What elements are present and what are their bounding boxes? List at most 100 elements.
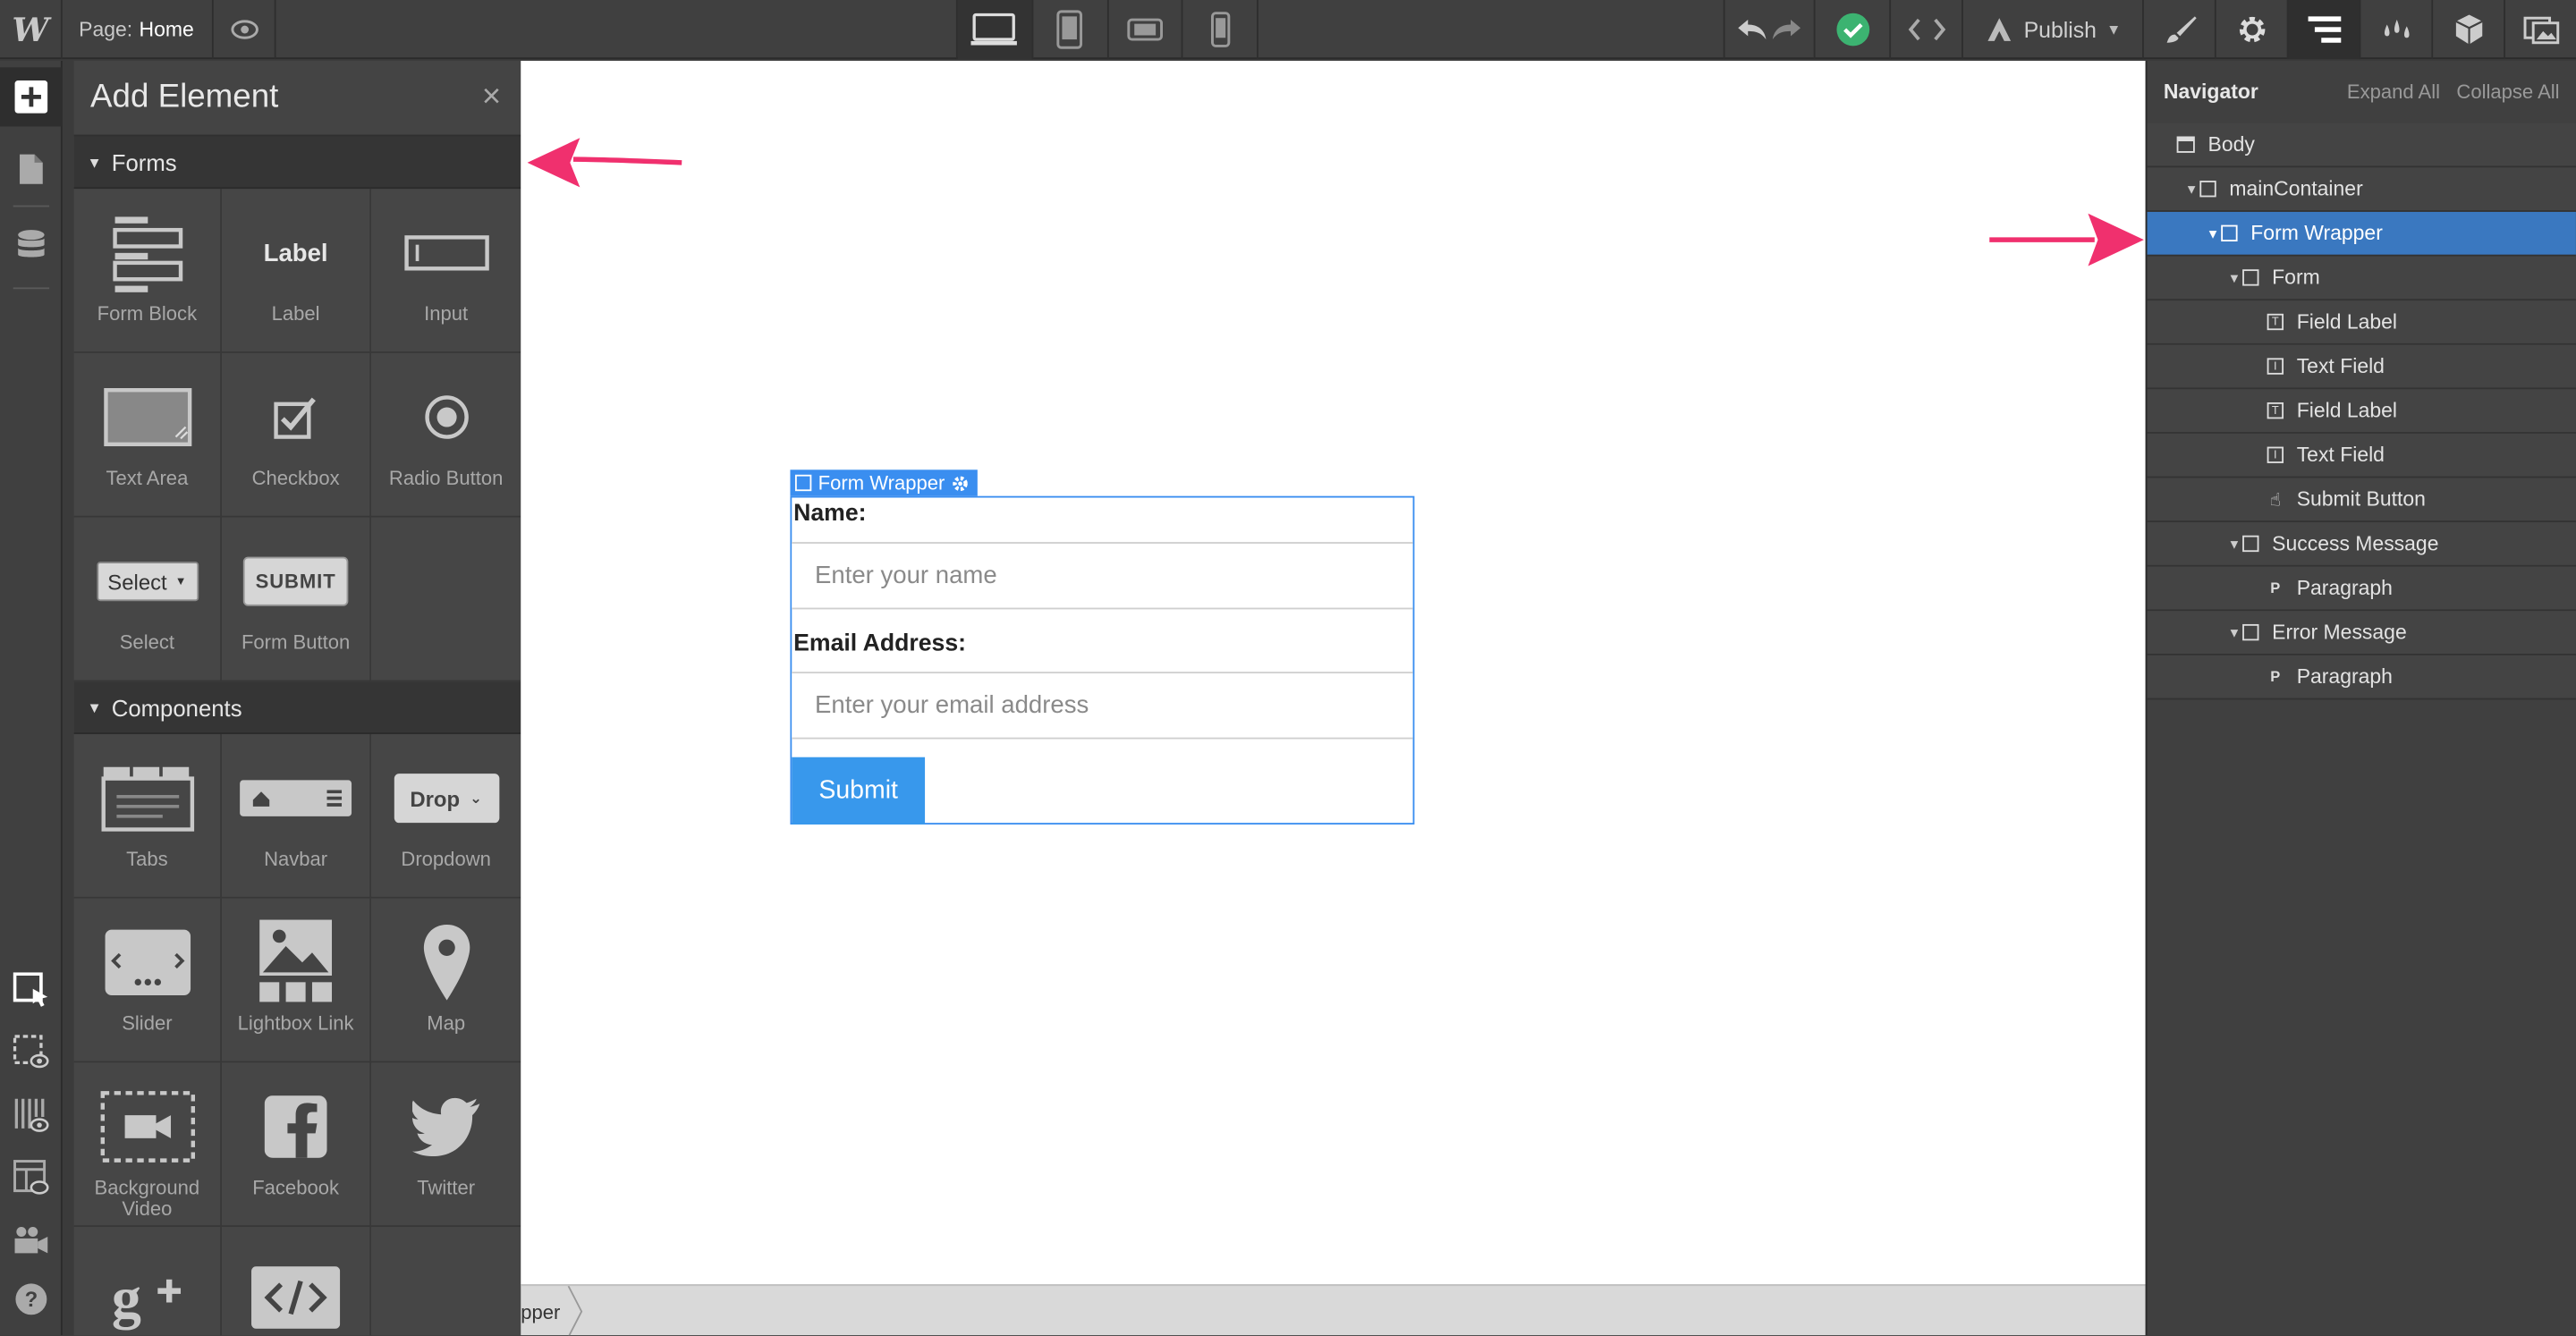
design-canvas[interactable]: Form Wrapper Name: Enter your name Email… bbox=[521, 60, 2146, 1285]
tile-radio-button[interactable]: Radio Button bbox=[371, 352, 521, 518]
close-icon[interactable]: × bbox=[482, 79, 501, 116]
tile-label: Checkbox bbox=[251, 466, 340, 490]
element-box-icon bbox=[2199, 181, 2216, 198]
tile-map[interactable]: Map bbox=[371, 898, 521, 1063]
embed-code-icon bbox=[251, 1256, 341, 1335]
text-area-icon bbox=[103, 376, 191, 459]
nav-row-paragraph[interactable]: P Paragraph bbox=[2147, 655, 2576, 700]
add-element-icon[interactable] bbox=[0, 67, 63, 127]
tile-dropdown[interactable]: Drop ⌄ Dropdown bbox=[371, 734, 521, 899]
nav-row-label: Error Message bbox=[2272, 621, 2407, 644]
style-brush-icon[interactable] bbox=[2144, 0, 2216, 60]
assets-images-icon[interactable] bbox=[2505, 0, 2576, 59]
redo-icon[interactable] bbox=[1769, 18, 1802, 41]
preview-eye-icon[interactable] bbox=[214, 0, 276, 60]
nav-row-error-message[interactable]: ▼ Error Message bbox=[2147, 611, 2576, 655]
code-export-icon[interactable] bbox=[1891, 0, 1963, 60]
breadcrumb-item[interactable]: pper bbox=[521, 1286, 573, 1335]
nav-row-submit-button[interactable]: ☝ Submit Button bbox=[2147, 478, 2576, 523]
section-title: Forms bbox=[111, 148, 177, 175]
section-components[interactable]: ▼ Components bbox=[73, 681, 521, 735]
tile-empty bbox=[371, 1227, 521, 1336]
email-input[interactable]: Enter your email address bbox=[792, 672, 1413, 740]
swatches-drops-icon[interactable] bbox=[2360, 0, 2434, 60]
element-box-icon bbox=[794, 474, 812, 492]
caret-down-icon[interactable]: ▼ bbox=[2226, 537, 2242, 552]
caret-down-icon[interactable]: ▼ bbox=[2205, 226, 2221, 241]
tile-checkbox[interactable]: Checkbox bbox=[221, 352, 372, 518]
nav-row-form-wrapper[interactable]: ▼ Form Wrapper bbox=[2147, 211, 2576, 257]
settings-gear-icon[interactable] bbox=[2216, 0, 2289, 60]
tile-background-video[interactable]: Background Video bbox=[73, 1062, 222, 1228]
breadcrumb-bar: pper bbox=[521, 1284, 2146, 1336]
tile-input[interactable]: Input bbox=[371, 189, 521, 353]
webflow-logo[interactable]: W bbox=[0, 0, 63, 60]
breadcrumb-separator-icon bbox=[567, 1286, 583, 1336]
tile-twitter[interactable]: Twitter bbox=[371, 1062, 521, 1228]
tile-label[interactable]: Label Label bbox=[221, 189, 372, 353]
expand-all-button[interactable]: Expand All bbox=[2347, 80, 2440, 104]
element-box-icon bbox=[2242, 269, 2259, 286]
annotation-arrow-left bbox=[527, 138, 682, 188]
selection-tag[interactable]: Form Wrapper bbox=[790, 469, 979, 496]
publish-button[interactable]: Publish ▼ bbox=[1963, 0, 2144, 60]
input-field-icon bbox=[403, 212, 489, 294]
symbols-box-icon[interactable] bbox=[2433, 0, 2505, 60]
nav-row-text-field[interactable]: I Text Field bbox=[2147, 344, 2576, 390]
nav-row-maincontainer[interactable]: ▼ mainContainer bbox=[2147, 167, 2576, 212]
tile-embed[interactable] bbox=[221, 1227, 372, 1336]
status-check-icon[interactable] bbox=[1816, 0, 1892, 60]
layout-preview-icon[interactable] bbox=[0, 1148, 63, 1207]
nav-row-field-label[interactable]: T Field Label bbox=[2147, 389, 2576, 434]
mobile-landscape-icon[interactable] bbox=[1108, 0, 1183, 60]
navigator-icon[interactable] bbox=[2288, 0, 2361, 60]
tile-lightbox-link[interactable]: Lightbox Link bbox=[221, 898, 372, 1063]
tile-form-block[interactable]: Form Block bbox=[73, 189, 222, 353]
nav-row-body[interactable]: Body bbox=[2147, 123, 2576, 168]
grid-overlay-icon[interactable] bbox=[0, 1086, 63, 1145]
gear-icon[interactable] bbox=[952, 474, 970, 492]
text-type-icon: T bbox=[2267, 402, 2284, 419]
help-question-icon[interactable]: ? bbox=[0, 1270, 63, 1329]
tablet-icon[interactable] bbox=[1033, 0, 1108, 60]
page-selector[interactable]: Page: Home bbox=[63, 0, 214, 60]
pages-icon[interactable] bbox=[0, 140, 63, 199]
form-wrapper[interactable]: Name: Enter your name Email Address: Ent… bbox=[790, 495, 1415, 825]
panel-header: Add Element × bbox=[73, 61, 521, 137]
nav-row-form[interactable]: ▼ Form bbox=[2147, 256, 2576, 301]
tile-select[interactable]: Select ▼ Select bbox=[73, 517, 222, 682]
mobile-portrait-icon[interactable] bbox=[1183, 0, 1257, 59]
desktop-icon[interactable] bbox=[957, 0, 1033, 60]
twitter-bird-icon bbox=[411, 1086, 480, 1168]
input-type-icon: I bbox=[2267, 358, 2284, 375]
tile-label: Dropdown bbox=[401, 847, 491, 871]
tile-form-button[interactable]: SUBMIT Form Button bbox=[221, 517, 372, 682]
tile-facebook[interactable]: Facebook bbox=[221, 1062, 372, 1228]
name-input[interactable]: Enter your name bbox=[792, 542, 1413, 610]
caret-down-icon[interactable]: ▼ bbox=[2226, 625, 2242, 640]
section-forms[interactable]: ▼ Forms bbox=[73, 136, 521, 190]
tile-tabs[interactable]: Tabs bbox=[73, 734, 222, 899]
tile-text-area[interactable]: Text Area bbox=[73, 352, 222, 518]
nav-row-label: Field Label bbox=[2296, 310, 2398, 334]
nav-row-label: Field Label bbox=[2296, 399, 2398, 423]
tile-navbar[interactable]: Navbar bbox=[221, 734, 372, 899]
nav-row-paragraph[interactable]: P Paragraph bbox=[2147, 566, 2576, 612]
nav-row-text-field[interactable]: I Text Field bbox=[2147, 433, 2576, 478]
collapse-all-button[interactable]: Collapse All bbox=[2456, 80, 2559, 104]
video-tutorials-icon[interactable] bbox=[0, 1211, 63, 1270]
nav-row-field-label[interactable]: T Field Label bbox=[2147, 300, 2576, 345]
paragraph-icon: P bbox=[2270, 579, 2281, 596]
preview-selection-icon[interactable] bbox=[0, 1023, 63, 1082]
select-cursor-icon[interactable] bbox=[0, 960, 63, 1019]
tile-google-plus[interactable]: g bbox=[73, 1227, 222, 1336]
element-box-icon bbox=[2242, 535, 2259, 553]
caret-down-icon[interactable]: ▼ bbox=[2226, 270, 2242, 285]
nav-row-success-message[interactable]: ▼ Success Message bbox=[2147, 522, 2576, 567]
caret-down-icon[interactable]: ▼ bbox=[2183, 182, 2199, 197]
undo-icon[interactable] bbox=[1736, 18, 1769, 41]
submit-button[interactable]: Submit bbox=[792, 757, 926, 825]
tile-empty bbox=[371, 517, 521, 682]
tile-slider[interactable]: Slider bbox=[73, 898, 222, 1063]
cms-database-icon[interactable] bbox=[0, 216, 63, 275]
